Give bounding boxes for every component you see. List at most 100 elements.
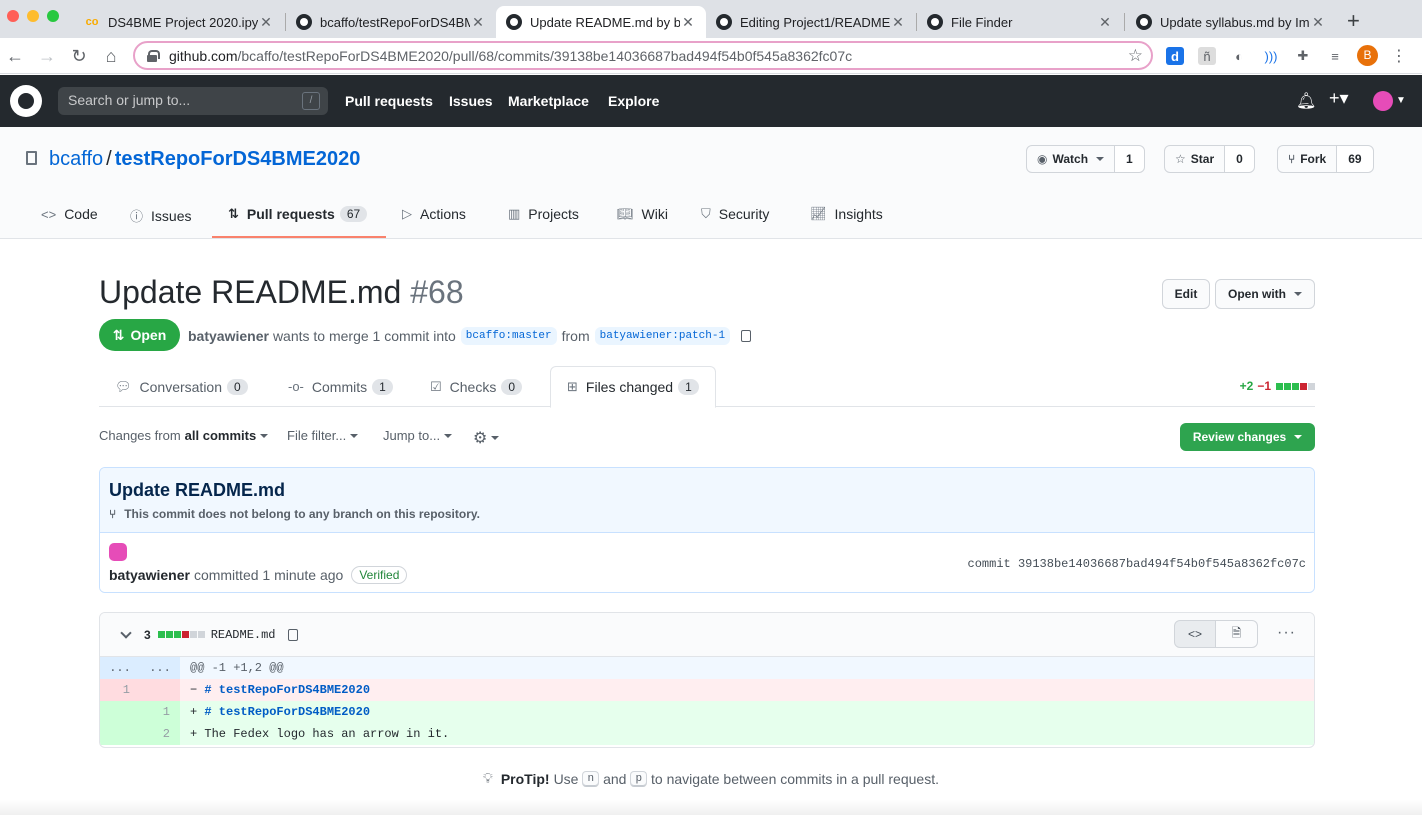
search-input[interactable]: Search or jump to... / xyxy=(58,87,328,115)
chevron-down-icon[interactable]: ▼ xyxy=(1396,95,1406,106)
close-tab-icon[interactable]: ✕ xyxy=(1097,14,1113,31)
deletions-count: −1 xyxy=(1257,379,1271,393)
source-diff-button[interactable]: <> xyxy=(1174,620,1216,648)
browser-tab[interactable]: bcaffo/testRepoForDS4BM ✕ xyxy=(286,6,496,38)
fork-count[interactable]: 69 xyxy=(1336,146,1373,172)
user-avatar[interactable] xyxy=(1373,91,1393,111)
maximize-window-button[interactable] xyxy=(47,10,59,22)
status-badge: ⇅ Open xyxy=(99,319,180,351)
pr-author-link[interactable]: batyawiener xyxy=(188,328,269,344)
state-label: Open xyxy=(130,327,167,343)
tab-wiki[interactable]: 📖︎ Wiki xyxy=(617,206,668,222)
new-line-number[interactable]: 1 xyxy=(140,701,180,723)
file-name[interactable]: README.md xyxy=(211,628,276,642)
nav-marketplace[interactable]: Marketplace xyxy=(508,93,589,109)
close-tab-icon[interactable]: ✕ xyxy=(680,14,696,31)
clipboard-icon[interactable] xyxy=(741,330,752,342)
edit-button[interactable]: Edit xyxy=(1162,279,1210,309)
bookmark-star-icon[interactable]: ☆ xyxy=(1128,46,1143,66)
watch-button[interactable]: ◉ Watch 1 xyxy=(1026,145,1145,173)
nav-pull-requests[interactable]: Pull requests xyxy=(345,93,433,109)
browser-tab-active[interactable]: Update README.md by b ✕ xyxy=(496,6,706,38)
nav-explore[interactable]: Explore xyxy=(608,93,659,109)
changes-from-dropdown[interactable]: Changes from all commits xyxy=(99,428,269,443)
plus-icon[interactable]: +▾ xyxy=(1329,88,1349,109)
tab-files-changed[interactable]: ⊞ Files changed 1 xyxy=(550,366,716,408)
nav-issues[interactable]: Issues xyxy=(449,93,493,109)
github-logo-icon[interactable] xyxy=(10,85,42,117)
verified-badge[interactable]: Verified xyxy=(351,566,408,584)
reload-icon[interactable]: ↻ xyxy=(67,44,91,68)
book-icon: 📖︎ xyxy=(617,206,634,221)
browser-menu-icon[interactable]: ⋮ xyxy=(1390,47,1408,65)
browser-tab[interactable]: co DS4BME Project 2020.ipy ✕ xyxy=(74,6,284,38)
tab-commits[interactable]: -o- Commits 1 xyxy=(288,366,393,407)
close-tab-icon[interactable]: ✕ xyxy=(890,14,906,31)
star-button[interactable]: ☆ Star 0 xyxy=(1164,145,1255,173)
new-tab-button[interactable]: + xyxy=(1347,8,1360,34)
browser-tab[interactable]: Update syllabus.md by Im ✕ xyxy=(1126,6,1336,38)
watch-count[interactable]: 1 xyxy=(1114,146,1144,172)
more-options-icon[interactable]: ··· xyxy=(1277,624,1296,642)
extension-circle-icon[interactable]: ◐ xyxy=(1230,47,1248,65)
star-count[interactable]: 0 xyxy=(1224,146,1254,172)
avatar[interactable] xyxy=(109,543,127,561)
forward-icon[interactable]: → xyxy=(35,44,59,68)
media-queue-icon[interactable]: ≡ xyxy=(1326,47,1344,65)
close-tab-icon[interactable]: ✕ xyxy=(470,14,486,31)
repo-owner-link[interactable]: bcaffo xyxy=(49,148,103,170)
file-filter-dropdown[interactable]: File filter... xyxy=(287,428,359,443)
head-branch[interactable]: batyawiener:patch-1 xyxy=(594,327,731,345)
bell-icon[interactable]: 🔔︎ xyxy=(1296,91,1316,111)
fork-button[interactable]: ⑂ Fork 69 xyxy=(1277,145,1374,173)
rich-diff-button[interactable]: 🗎︎ xyxy=(1216,620,1258,648)
old-line-number[interactable] xyxy=(100,723,140,745)
address-bar[interactable]: github.com/bcaffo/testRepoForDS4BME2020/… xyxy=(133,41,1153,70)
expand-down-button[interactable]: ... xyxy=(140,657,180,679)
profile-avatar[interactable]: B xyxy=(1357,45,1378,66)
github-icon xyxy=(716,14,732,30)
back-icon[interactable]: ← xyxy=(3,44,27,68)
tab-conversation[interactable]: 💬︎ Conversation 0 xyxy=(115,366,248,407)
pr-tabs: 💬︎ Conversation 0 -o- Commits 1 ☑ Checks 0 ⊞ Fi… xyxy=(99,366,1315,408)
commit-author-link[interactable]: batyawiener xyxy=(109,567,190,583)
chevron-down-icon[interactable] xyxy=(120,626,132,639)
close-window-button[interactable] xyxy=(7,10,19,22)
old-line-number[interactable]: 1 xyxy=(100,679,140,701)
tab-actions[interactable]: ▷ Actions xyxy=(402,206,466,222)
all-commits-label: all commits xyxy=(184,428,257,443)
home-icon[interactable]: ⌂ xyxy=(99,44,123,68)
gear-icon[interactable]: ⚙ xyxy=(473,428,500,448)
new-line-number[interactable]: 2 xyxy=(140,723,180,745)
extension-icon[interactable]: ñ xyxy=(1198,47,1216,65)
tab-issues[interactable]: ⓘ Issues xyxy=(130,206,191,225)
puzzle-icon[interactable]: ✚ xyxy=(1294,47,1312,65)
expand-up-button[interactable]: ... xyxy=(100,657,140,679)
tab-code[interactable]: <> Code xyxy=(41,206,98,222)
tab-pull-requests[interactable]: ⇅ Pull requests 67 xyxy=(228,206,368,222)
new-line-number[interactable] xyxy=(140,679,180,701)
old-line-number[interactable] xyxy=(100,701,140,723)
merge-text: wants to merge 1 commit into xyxy=(272,328,456,344)
extension-d-icon[interactable]: d xyxy=(1166,47,1184,65)
close-tab-icon[interactable]: ✕ xyxy=(1310,14,1326,31)
base-branch[interactable]: bcaffo:master xyxy=(460,327,557,345)
tab-insights[interactable]: 📈︎ Insights xyxy=(810,206,883,222)
extension-wave-icon[interactable]: ))) xyxy=(1262,47,1280,65)
tab-projects[interactable]: ▥ Projects xyxy=(508,206,579,222)
jump-to-dropdown[interactable]: Jump to... xyxy=(383,428,453,443)
browser-tab[interactable]: File Finder ✕ xyxy=(917,6,1123,38)
close-tab-icon[interactable]: ✕ xyxy=(258,14,274,31)
diff-line-deleted: 1 − # testRepoForDS4BME2020 xyxy=(100,679,1314,701)
review-changes-button[interactable]: Review changes xyxy=(1180,423,1315,451)
tab-title: DS4BME Project 2020.ipy xyxy=(108,14,258,30)
conversation-count: 0 xyxy=(227,378,248,395)
browser-tab[interactable]: Editing Project1/README. ✕ xyxy=(706,6,916,38)
open-with-button[interactable]: Open with xyxy=(1215,279,1315,309)
repo-name-link[interactable]: testRepoForDS4BME2020 xyxy=(115,148,361,170)
star-icon: ☆ xyxy=(1175,152,1186,166)
tab-security[interactable]: ⛉ Security xyxy=(701,206,769,222)
minimize-window-button[interactable] xyxy=(27,10,39,22)
tab-checks[interactable]: ☑ Checks 0 xyxy=(430,366,523,407)
clipboard-icon[interactable] xyxy=(287,628,298,641)
